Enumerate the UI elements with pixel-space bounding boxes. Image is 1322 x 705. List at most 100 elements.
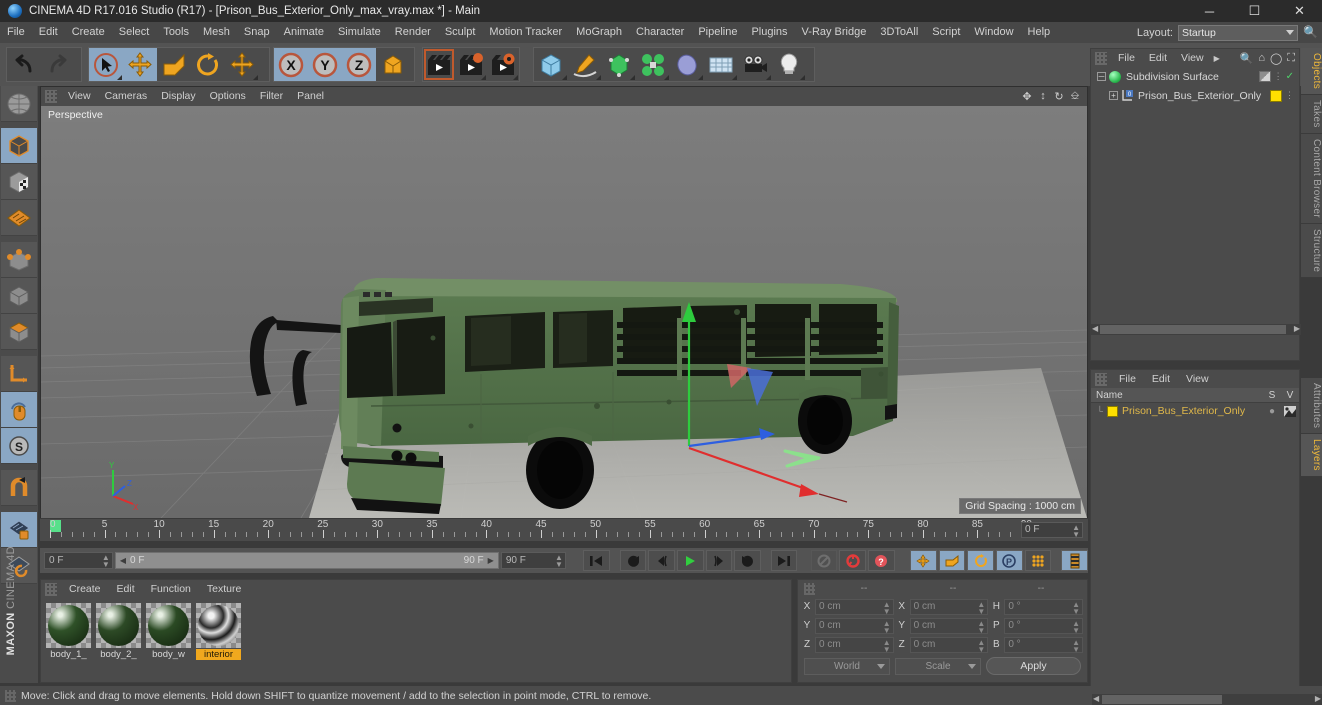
panel-grip-icon[interactable] xyxy=(45,90,57,103)
workplane-lock-button[interactable] xyxy=(1,512,37,548)
viewport-menu-filter[interactable]: Filter xyxy=(253,87,290,106)
minimize-button[interactable]: ─ xyxy=(1187,0,1232,22)
menu-item-sculpt[interactable]: Sculpt xyxy=(438,22,483,43)
record-question-button[interactable]: ? xyxy=(868,550,895,571)
objects-menu-view[interactable]: View xyxy=(1174,49,1211,67)
end-frame-field[interactable]: 90 F ▲ ▼ xyxy=(500,552,566,569)
layer-row[interactable]: └ Prison_Bus_Exterior_Only ● xyxy=(1091,403,1299,419)
snap-enable-button[interactable] xyxy=(1,470,37,506)
keyframe-selection-button[interactable] xyxy=(1061,550,1088,571)
stepper-icon[interactable]: ▲ ▼ xyxy=(883,638,891,653)
scale-tool[interactable] xyxy=(157,48,191,81)
new-layout-icon[interactable]: ⛶ xyxy=(1287,52,1295,65)
viewport-menu-display[interactable]: Display xyxy=(154,87,202,106)
render-settings-button[interactable] xyxy=(487,48,519,81)
scale-key-button[interactable] xyxy=(938,550,966,571)
stepper-icon[interactable]: ▲ ▼ xyxy=(883,619,891,634)
point-mode-button[interactable] xyxy=(1,242,37,278)
material-item[interactable]: body_w xyxy=(146,603,191,660)
redo-button[interactable] xyxy=(41,48,75,81)
menu-item-character[interactable]: Character xyxy=(629,22,691,43)
material-menu-create[interactable]: Create xyxy=(61,580,109,598)
world-object-axis-button[interactable]: S xyxy=(1,428,37,464)
orbit-icon[interactable]: ↻ xyxy=(1052,90,1066,103)
stepper-icon[interactable]: ▲ ▼ xyxy=(1072,524,1080,539)
material-item[interactable]: body_1_ xyxy=(46,603,91,660)
frame-forward-button[interactable] xyxy=(705,550,733,571)
stepper-icon[interactable]: ▲ ▼ xyxy=(102,554,110,569)
material-item[interactable]: interior xyxy=(196,603,241,660)
menu-item-render[interactable]: Render xyxy=(388,22,438,43)
material-preview[interactable] xyxy=(46,603,91,648)
dock-tab-content-browser[interactable]: Content Browser xyxy=(1301,133,1322,224)
menu-item-mesh[interactable]: Mesh xyxy=(196,22,237,43)
workplane-mode-button[interactable] xyxy=(1,200,37,236)
position-z-field[interactable]: 0 cm ▲ ▼ xyxy=(815,636,894,653)
search-icon[interactable]: 🔍 xyxy=(1303,25,1318,39)
layer-menu-edit[interactable]: Edit xyxy=(1144,370,1178,388)
menu-item-motion-tracker[interactable]: Motion Tracker xyxy=(482,22,569,43)
menu-item-help[interactable]: Help xyxy=(1021,22,1058,43)
panel-grip-icon[interactable] xyxy=(1095,51,1107,65)
size-z-field[interactable]: 0 cm ▲ ▼ xyxy=(909,636,989,653)
ellipse-icon[interactable]: ◯ xyxy=(1270,52,1282,65)
dock-tab-objects[interactable]: Objects xyxy=(1301,48,1322,96)
material-tag-icon[interactable] xyxy=(1270,89,1282,102)
range-left-arrow-icon[interactable]: ◀ xyxy=(120,553,126,568)
lock-x-axis-button[interactable]: X xyxy=(274,48,308,81)
layer-menu-file[interactable]: File xyxy=(1111,370,1144,388)
cube-primitive-button[interactable] xyxy=(534,48,568,81)
visibility-icon[interactable] xyxy=(1281,405,1299,417)
key-previous-button[interactable] xyxy=(619,550,647,571)
objects-menu-file[interactable]: File xyxy=(1111,49,1142,67)
menu-item-window[interactable]: Window xyxy=(967,22,1020,43)
material-menu-function[interactable]: Function xyxy=(143,580,199,598)
material-preview[interactable] xyxy=(146,603,191,648)
layout-dropdown[interactable]: Startup xyxy=(1178,24,1298,41)
menu-item-v-ray-bridge[interactable]: V-Ray Bridge xyxy=(795,22,874,43)
camera-button[interactable] xyxy=(738,48,772,81)
rotation-h-field[interactable]: 0 ° ▲ ▼ xyxy=(1004,598,1084,615)
home-icon[interactable]: ⌂ xyxy=(1258,52,1265,65)
solo-dot-icon[interactable]: ● xyxy=(1263,406,1281,417)
scrollbar-thumb[interactable] xyxy=(1100,325,1286,334)
position-key-button[interactable] xyxy=(910,550,937,571)
menu-item-simulate[interactable]: Simulate xyxy=(331,22,388,43)
model-mode-button[interactable] xyxy=(1,128,37,164)
viewport-menu-cameras[interactable]: Cameras xyxy=(98,87,155,106)
mograph-array-button[interactable] xyxy=(636,48,670,81)
object-row-prison-bus[interactable]: + 0 Prison_Bus_Exterior_Only ⋮ xyxy=(1091,86,1299,105)
position-y-field[interactable]: 0 cm ▲ ▼ xyxy=(815,617,894,634)
maximize-button[interactable]: ☐ xyxy=(1232,0,1277,22)
autokey-button[interactable] xyxy=(810,550,838,571)
check-icon[interactable]: ✓ xyxy=(1286,71,1294,82)
viewport-menu-panel[interactable]: Panel xyxy=(290,87,331,106)
layer-menu-view[interactable]: View xyxy=(1178,370,1217,388)
axis-mode-button[interactable] xyxy=(1,356,37,392)
stepper-icon[interactable]: ▲ ▼ xyxy=(1072,619,1080,634)
rotation-b-field[interactable]: 0 ° ▲ ▼ xyxy=(1004,636,1084,653)
enable-axis-button[interactable] xyxy=(1,392,37,428)
move-duplicate-tool[interactable] xyxy=(225,48,259,81)
material-menu-edit[interactable]: Edit xyxy=(109,580,143,598)
panel-grip-icon[interactable] xyxy=(803,582,815,595)
current-frame-field[interactable]: 0 F ▲ ▼ xyxy=(44,552,113,569)
record-active-objects-button[interactable] xyxy=(839,550,867,571)
menu-item-tools[interactable]: Tools xyxy=(156,22,196,43)
stepper-icon[interactable]: ▲ ▼ xyxy=(977,619,985,634)
subdivision-surface-button[interactable] xyxy=(602,48,636,81)
menu-item-snap[interactable]: Snap xyxy=(237,22,277,43)
more-arrow-icon[interactable]: ▶ xyxy=(1214,54,1220,63)
scroll-right-icon[interactable]: ▶ xyxy=(1294,324,1300,334)
parameter-key-button[interactable]: P xyxy=(996,550,1023,571)
menu-item-create[interactable]: Create xyxy=(65,22,112,43)
objects-horizontal-scrollbar[interactable]: ◀ ▶ xyxy=(1091,324,1301,335)
apply-button[interactable]: Apply xyxy=(986,657,1081,675)
objects-menu-edit[interactable]: Edit xyxy=(1142,49,1174,67)
panel-grip-icon[interactable] xyxy=(45,582,57,596)
stepper-icon[interactable]: ▲ ▼ xyxy=(977,638,985,653)
dolly-icon[interactable]: ↕ xyxy=(1036,90,1050,103)
viewport-menu-options[interactable]: Options xyxy=(203,87,253,106)
lock-y-axis-button[interactable]: Y xyxy=(308,48,342,81)
maximize-icon[interactable]: ⎒ xyxy=(1068,90,1082,103)
